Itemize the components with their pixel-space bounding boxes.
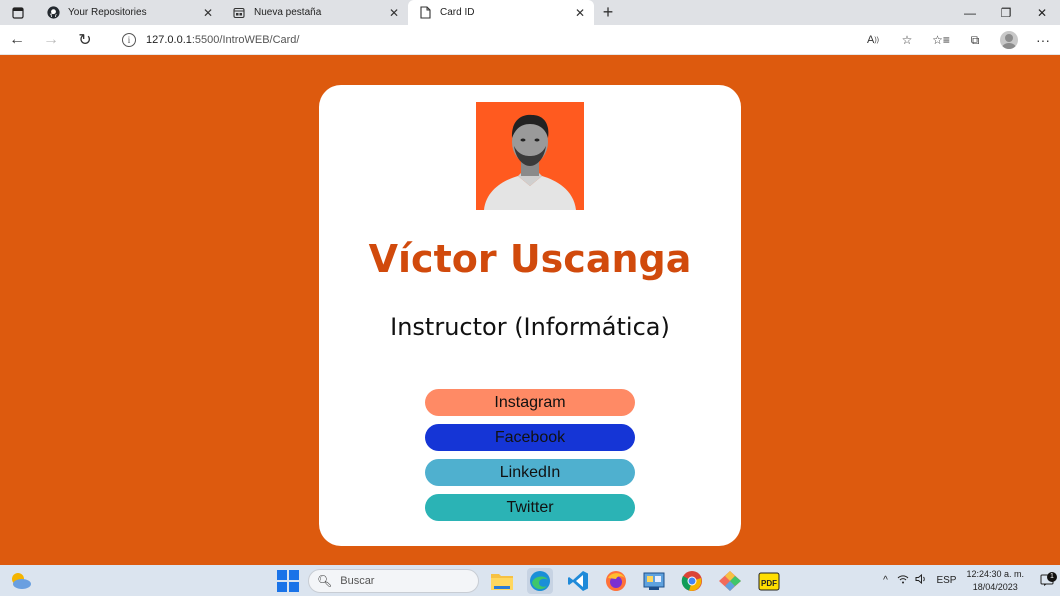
taskbar-search[interactable]: 🔍︎ Buscar: [308, 569, 479, 593]
profile-photo: [476, 102, 584, 210]
restore-icon[interactable]: ❐: [988, 0, 1024, 25]
person-name: Víctor Uscanga: [368, 237, 692, 281]
search-icon: 🔍︎: [317, 574, 333, 588]
edge-browser-icon[interactable]: [527, 568, 553, 594]
clock-time: 12:24:30 a. m.: [966, 568, 1024, 579]
tab-label: Nueva pestaña: [254, 7, 322, 18]
linkedin-button[interactable]: LinkedIn: [425, 459, 635, 486]
minimize-icon[interactable]: —: [952, 0, 988, 25]
tab-your-repositories[interactable]: Your Repositories ✕: [36, 0, 222, 25]
instagram-button[interactable]: Instagram: [425, 389, 635, 416]
page-viewport: Víctor Uscanga Instructor (Informática) …: [0, 56, 1060, 565]
tab-card-id[interactable]: Card ID ✕: [408, 0, 594, 25]
url-path: :5500/IntroWEB/Card/: [191, 34, 300, 46]
github-icon: [46, 6, 60, 20]
profile-card: Víctor Uscanga Instructor (Informática) …: [319, 85, 741, 546]
close-icon[interactable]: ✕: [200, 5, 216, 21]
browser-toolbar: ← → ↻ i 127.0.0.1:5500/IntroWEB/Card/ A)…: [0, 25, 1060, 55]
add-favorite-icon[interactable]: ☆: [890, 25, 924, 55]
file-explorer-icon[interactable]: [489, 568, 515, 594]
vscode-icon[interactable]: [565, 568, 591, 594]
url-host: 127.0.0.1: [146, 34, 192, 46]
collections-icon[interactable]: ⧉: [958, 25, 992, 55]
site-info-icon[interactable]: i: [122, 33, 136, 47]
tab-label: Your Repositories: [68, 7, 147, 18]
window-controls: — ❐ ✕: [952, 0, 1060, 25]
twitter-button[interactable]: Twitter: [425, 494, 635, 521]
colorful-app-icon[interactable]: [717, 568, 743, 594]
document-icon: [418, 6, 432, 20]
wifi-icon[interactable]: [894, 574, 912, 587]
refresh-icon[interactable]: ↻: [68, 25, 102, 55]
start-button[interactable]: [277, 570, 299, 592]
forward-icon[interactable]: →: [34, 25, 68, 55]
close-window-icon[interactable]: ✕: [1024, 0, 1060, 25]
notifications-icon[interactable]: 1: [1034, 572, 1060, 587]
volume-icon[interactable]: [912, 573, 930, 587]
control-app-icon[interactable]: [641, 568, 667, 594]
tab-actions-icon[interactable]: [0, 0, 36, 25]
address-bar[interactable]: i 127.0.0.1:5500/IntroWEB/Card/: [112, 28, 852, 52]
read-aloud-icon[interactable]: A)): [856, 25, 890, 55]
tab-nueva-pestana[interactable]: Nueva pestaña ✕: [222, 0, 408, 25]
profile-avatar[interactable]: [992, 25, 1026, 55]
tab-label: Card ID: [440, 7, 475, 18]
input-language[interactable]: ESP: [936, 575, 956, 586]
pdf-app-icon[interactable]: PDF: [756, 568, 782, 594]
person-role: Instructor (Informática): [390, 313, 670, 341]
close-icon[interactable]: ✕: [572, 5, 588, 21]
taskbar-clock[interactable]: 12:24:30 a. m. 18/04/2023: [966, 568, 1024, 594]
back-icon[interactable]: ←: [0, 25, 34, 55]
favorites-icon[interactable]: ☆≡: [924, 25, 958, 55]
system-tray: ^ ESP 12:24:30 a. m. 18/04/2023 1: [876, 565, 1060, 596]
more-menu-icon[interactable]: ···: [1026, 25, 1060, 55]
new-tab-icon[interactable]: +: [594, 0, 622, 25]
tab-strip: Your Repositories ✕ Nueva pestaña ✕ Card…: [0, 0, 1060, 25]
newtab-page-icon: [232, 6, 246, 20]
clock-date: 18/04/2023: [972, 581, 1018, 592]
notification-count: 1: [1047, 572, 1057, 582]
taskbar: 🔍︎ Buscar PDF ^ ESP 12:24:30 a. m. 18/04…: [0, 565, 1060, 596]
chrome-icon[interactable]: [679, 568, 705, 594]
chevron-up-icon[interactable]: ^: [876, 575, 894, 586]
facebook-button[interactable]: Facebook: [425, 424, 635, 451]
firefox-icon[interactable]: [603, 568, 629, 594]
search-placeholder: Buscar: [340, 575, 375, 587]
svg-text:PDF: PDF: [761, 579, 777, 588]
close-icon[interactable]: ✕: [386, 5, 402, 21]
toolbar-right: A)) ☆ ☆≡ ⧉ ···: [856, 25, 1060, 55]
weather-widget-icon[interactable]: [8, 569, 32, 591]
